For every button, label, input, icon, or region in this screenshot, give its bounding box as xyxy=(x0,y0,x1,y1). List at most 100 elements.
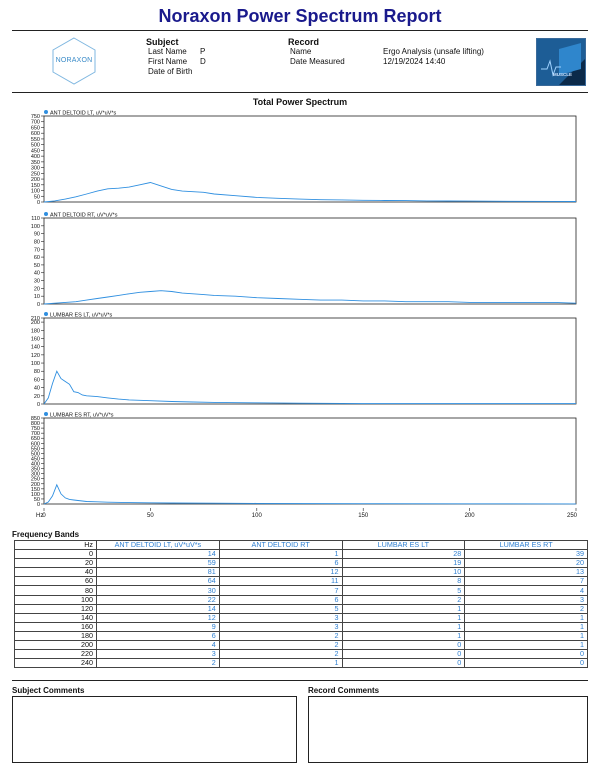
frequency-bands-table: Hz ANT DELTOID LT, uV*uV*s ANT DELTOID RT L… xyxy=(14,539,588,669)
band-value-cell: 0 xyxy=(341,640,466,651)
table-row: 60 64 11 8 7 xyxy=(14,576,588,587)
y-tick-label: 0 xyxy=(37,200,40,206)
record-name-label: Name xyxy=(290,47,312,56)
y-tick-label: 400 xyxy=(31,154,40,160)
band-value-cell: 59 xyxy=(96,558,220,569)
y-tick-label: 0 xyxy=(37,302,40,308)
legend-dot-icon xyxy=(44,110,48,114)
y-tick-label: 180 xyxy=(31,328,40,334)
band-value-cell: 0 xyxy=(464,658,588,669)
y-tick-label: 550 xyxy=(31,137,40,143)
table-row: 240 2 1 0 0 xyxy=(14,658,588,669)
x-tick-label: 200 xyxy=(465,513,476,519)
myomuscle-badge-icon xyxy=(536,38,586,86)
band-value-cell: 5 xyxy=(218,603,343,614)
record-comments-title: Record Comments xyxy=(308,686,380,695)
y-tick-label: 70 xyxy=(34,247,40,253)
y-tick-label: 850 xyxy=(31,416,40,422)
y-tick-label: 50 xyxy=(34,263,40,269)
y-tick-label: 200 xyxy=(31,177,40,183)
y-tick-label: 60 xyxy=(34,377,40,383)
band-value-cell: 8 xyxy=(341,576,466,587)
band-value-cell: 3 xyxy=(218,612,343,623)
band-value-cell: 28 xyxy=(341,549,466,560)
column-header: ANT DELTOID LT, uV*uV*s xyxy=(96,539,220,551)
band-value-cell: 1 xyxy=(218,658,343,669)
x-tick-label: 250 xyxy=(567,513,578,519)
band-value-cell: 1 xyxy=(341,630,466,642)
band-value-cell: 4 xyxy=(464,585,588,596)
spectrum-line xyxy=(43,182,577,203)
table-row: 200 4 2 0 1 xyxy=(14,640,588,651)
band-value-cell: 6 xyxy=(218,558,343,569)
band-hz-cell: 120 xyxy=(14,603,97,614)
y-tick-label: 750 xyxy=(31,114,40,120)
band-hz-cell: 240 xyxy=(14,658,97,669)
band-value-cell: 22 xyxy=(96,594,220,605)
record-comments-box[interactable] xyxy=(308,696,588,763)
table-row: 180 6 2 1 1 xyxy=(14,630,588,642)
y-tick-label: 700 xyxy=(31,120,40,126)
band-value-cell: 81 xyxy=(96,567,220,578)
y-tick-label: 140 xyxy=(31,345,40,351)
y-tick-label: 80 xyxy=(34,239,40,245)
y-tick-label: 50 xyxy=(34,194,40,200)
x-tick-label: 150 xyxy=(358,513,369,519)
band-value-cell: 0 xyxy=(464,649,588,660)
y-tick-label: 600 xyxy=(31,131,40,137)
y-tick-label: 100 xyxy=(31,189,40,195)
band-value-cell: 1 xyxy=(464,630,588,642)
x-tick-label: 50 xyxy=(147,513,154,519)
column-header-hz: Hz xyxy=(14,539,97,551)
y-tick-label: 30 xyxy=(34,279,40,285)
record-date-label: Date Measured xyxy=(290,57,345,66)
band-value-cell: 4 xyxy=(96,640,220,651)
band-value-cell: 30 xyxy=(96,585,220,596)
band-value-cell: 0 xyxy=(341,658,466,669)
record-name: Ergo Analysis (unsafe lifting) xyxy=(383,47,484,56)
record-date: 12/19/2024 14:40 xyxy=(383,57,446,66)
y-tick-label: 20 xyxy=(34,394,40,400)
band-hz-cell: 140 xyxy=(14,612,97,623)
legend-dot-icon xyxy=(44,312,48,316)
y-tick-label: 450 xyxy=(31,148,40,154)
band-value-cell: 5 xyxy=(341,585,466,596)
y-tick-label: 500 xyxy=(31,143,40,149)
table-row: 220 3 2 0 0 xyxy=(14,649,588,660)
band-value-cell: 39 xyxy=(464,549,588,560)
table-row: 160 9 3 1 1 xyxy=(14,621,588,632)
band-hz-cell: 100 xyxy=(14,594,97,605)
band-value-cell: 2 xyxy=(218,640,343,651)
logo-text: NORAXON xyxy=(55,57,93,64)
series-label: LUMBAR ES RT, uV*uV*s xyxy=(50,413,114,419)
y-tick-label: 110 xyxy=(31,216,40,222)
band-value-cell: 2 xyxy=(96,658,220,669)
band-value-cell: 1 xyxy=(218,549,343,560)
band-value-cell: 1 xyxy=(341,621,466,632)
table-row: 40 81 12 10 13 xyxy=(14,567,588,578)
y-tick-label: 160 xyxy=(31,336,40,342)
subject-comments-box[interactable] xyxy=(12,696,297,763)
table-row: 20 59 6 19 20 xyxy=(14,558,588,569)
x-axis: Hz0 50 100 150 200 250 xyxy=(36,508,578,519)
band-value-cell: 12 xyxy=(218,567,343,578)
band-value-cell: 0 xyxy=(341,649,466,660)
table-row: 100 22 6 2 3 xyxy=(14,594,588,605)
column-header: LUMBAR ES RT xyxy=(464,539,588,551)
column-header: ANT DELTOID RT xyxy=(218,539,343,551)
band-value-cell: 7 xyxy=(464,576,588,587)
y-tick-label: 300 xyxy=(31,166,40,172)
subject-first-name-label: First Name xyxy=(148,57,188,66)
band-value-cell: 3 xyxy=(218,621,343,632)
panel-frame xyxy=(43,115,577,203)
band-value-cell: 1 xyxy=(341,603,466,614)
y-tick-label: 80 xyxy=(34,369,40,375)
band-value-cell: 2 xyxy=(341,594,466,605)
subject-last-name-label: Last Name xyxy=(148,47,187,56)
subject-comments-title: Subject Comments xyxy=(12,686,85,695)
panel-frame xyxy=(43,417,577,505)
spectrum-panel-2: LUMBAR ES LT, uV*uV*s 0 20 40 60 80 100 120 140 1… xyxy=(31,312,577,408)
y-tick-label: 650 xyxy=(31,125,40,131)
comments-divider xyxy=(12,680,588,681)
spectrum-line xyxy=(43,290,577,305)
